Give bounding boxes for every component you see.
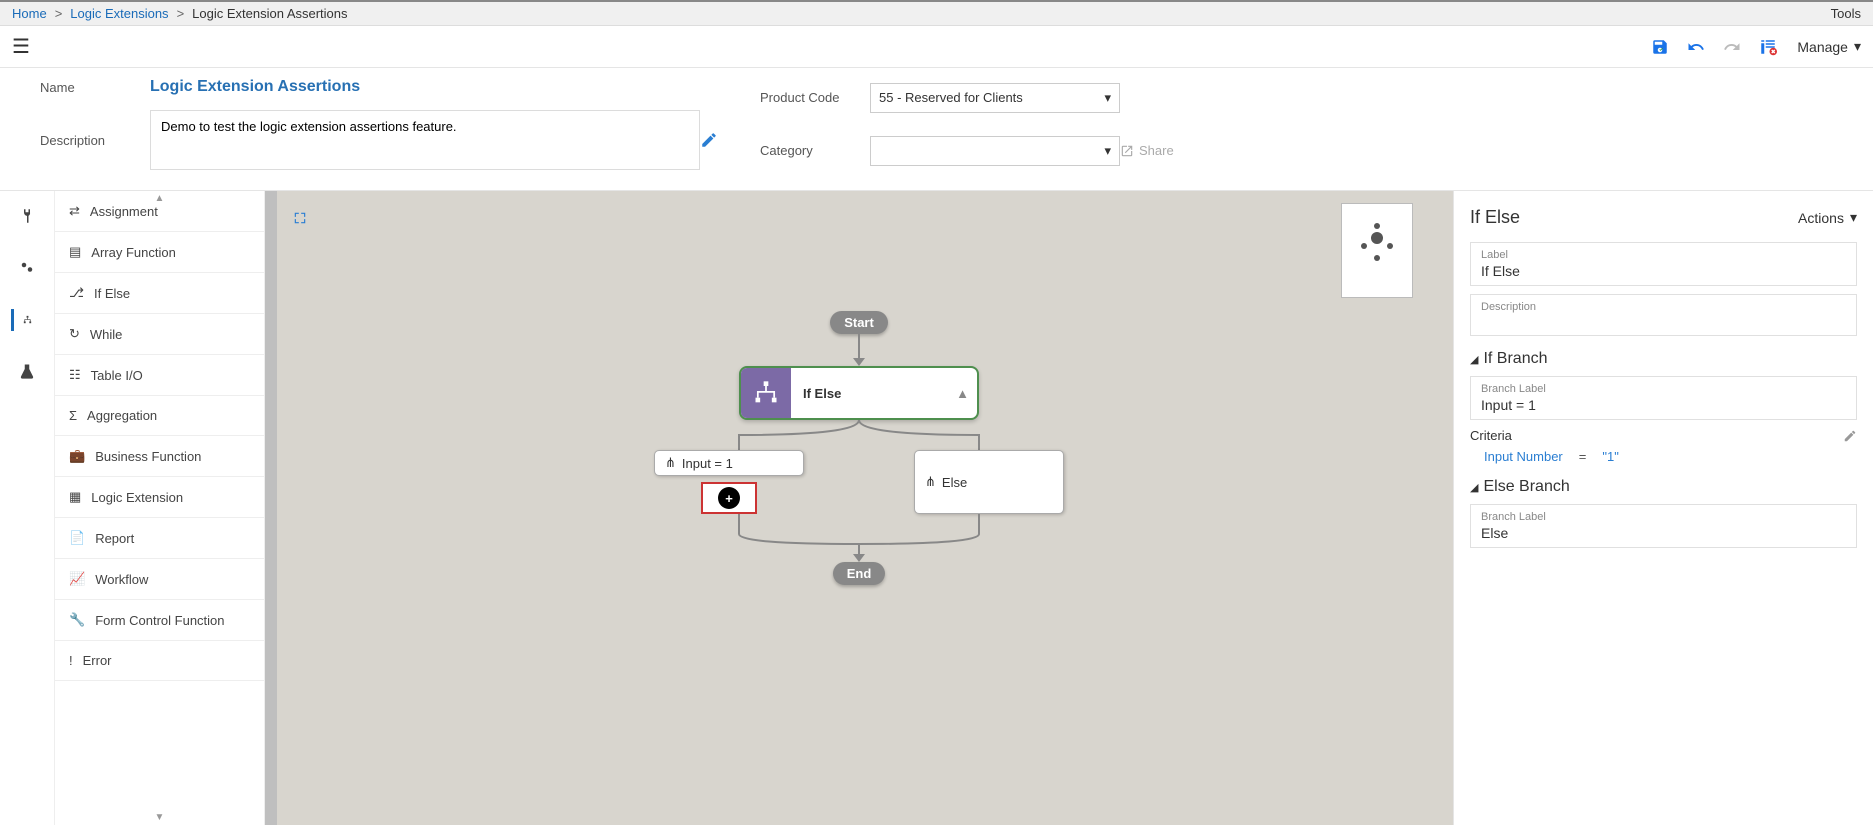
rail-flow-icon[interactable] xyxy=(11,309,33,331)
briefcase-icon: 💼 xyxy=(69,448,85,464)
product-code-select[interactable]: 55 - Reserved for Clients ▾ xyxy=(870,83,1120,113)
palette-table-io[interactable]: ☷Table I/O xyxy=(55,355,264,396)
if-branch-label-field[interactable]: Branch Label Input = 1 xyxy=(1470,376,1857,420)
chevron-down-icon: ▾ xyxy=(1104,143,1111,159)
chevron-down-icon: ▾ xyxy=(1854,38,1861,55)
swap-icon: ⇄ xyxy=(69,203,80,219)
panel-actions-button[interactable]: Actions ▾ xyxy=(1798,209,1857,226)
tools-link[interactable]: Tools xyxy=(1831,6,1861,21)
end-node[interactable]: End xyxy=(833,562,886,585)
palette-business-function[interactable]: 💼Business Function xyxy=(55,436,264,477)
description-field[interactable]: Description xyxy=(1470,294,1857,336)
else-branch-section[interactable]: ◢ Else Branch xyxy=(1470,478,1857,496)
undo-icon[interactable] xyxy=(1687,38,1705,56)
caret-icon: ◢ xyxy=(1470,481,1478,494)
grid-icon: ▦ xyxy=(69,489,81,505)
breadcrumb: Home > Logic Extensions > Logic Extensio… xyxy=(12,6,348,21)
if-branch-section[interactable]: ◢ If Branch xyxy=(1470,350,1857,368)
canvas[interactable]: Start If Else ▲ ⋔ Input = 1 xyxy=(265,191,1453,825)
share-button[interactable]: Share xyxy=(1120,143,1200,158)
redo-icon[interactable] xyxy=(1723,38,1741,56)
palette-scroll-down[interactable]: ▼ xyxy=(155,812,165,823)
palette: ▲ ⇄Assignment ▤Array Function ⎇If Else ↻… xyxy=(55,191,265,825)
palette-error[interactable]: !Error xyxy=(55,641,264,681)
exclaim-icon: ! xyxy=(69,653,73,668)
breadcrumb-logic-extensions[interactable]: Logic Extensions xyxy=(70,6,168,21)
ifelse-node[interactable]: If Else ▲ xyxy=(739,366,979,420)
else-branch-label-field[interactable]: Branch Label Else xyxy=(1470,504,1857,548)
rail-gears-icon[interactable] xyxy=(16,257,38,279)
palette-logic-extension[interactable]: ▦Logic Extension xyxy=(55,477,264,518)
rail-plug-icon[interactable] xyxy=(16,205,38,227)
ifelse-node-label: If Else xyxy=(791,386,956,401)
add-step-button[interactable]: + xyxy=(701,482,757,514)
category-select[interactable]: ▾ xyxy=(870,136,1120,166)
description-input[interactable]: Demo to test the logic extension asserti… xyxy=(150,110,700,170)
tools-icon: 🔧 xyxy=(69,612,85,628)
chevron-up-icon[interactable]: ▲ xyxy=(956,386,977,401)
delete-icon[interactable] xyxy=(1759,38,1777,56)
criteria-label: Criteria xyxy=(1470,428,1512,443)
caret-icon: ◢ xyxy=(1470,353,1478,366)
criteria-expression[interactable]: Input Number = "1" xyxy=(1484,449,1857,464)
palette-form-control[interactable]: 🔧Form Control Function xyxy=(55,600,264,641)
palette-while[interactable]: ↻While xyxy=(55,314,264,355)
description-label: Description xyxy=(40,133,150,148)
breadcrumb-sep: > xyxy=(55,6,63,21)
expand-icon[interactable] xyxy=(293,211,307,225)
chevron-down-icon: ▾ xyxy=(1850,209,1857,226)
save-icon[interactable] xyxy=(1651,38,1669,56)
sigma-icon: Σ xyxy=(69,408,77,423)
canvas-scrollbar[interactable] xyxy=(265,191,277,825)
chevron-down-icon: ▾ xyxy=(1104,90,1111,106)
manage-button[interactable]: Manage ▾ xyxy=(1797,38,1861,55)
panel-title: If Else xyxy=(1470,207,1520,228)
properties-panel: If Else Actions ▾ Label If Else Descript… xyxy=(1453,191,1873,825)
edit-criteria-icon[interactable] xyxy=(1843,429,1857,443)
minimap[interactable] xyxy=(1341,203,1413,298)
palette-workflow[interactable]: 📈Workflow xyxy=(55,559,264,600)
ifelse-node-icon xyxy=(741,368,791,418)
branch-else[interactable]: ⋔ Else xyxy=(914,450,1064,514)
merge-connector xyxy=(689,514,1029,554)
category-label: Category xyxy=(760,143,870,158)
branch-icon: ⋔ xyxy=(665,455,676,471)
branch-connector xyxy=(689,420,1029,450)
palette-report[interactable]: 📄Report xyxy=(55,518,264,559)
database-icon: ☷ xyxy=(69,367,81,383)
loop-icon: ↻ xyxy=(69,326,80,342)
branch-input-1[interactable]: ⋔ Input = 1 xyxy=(654,450,804,476)
branch-icon: ⎇ xyxy=(69,285,84,301)
breadcrumb-home[interactable]: Home xyxy=(12,6,47,21)
palette-aggregation[interactable]: ΣAggregation xyxy=(55,396,264,436)
edit-icon[interactable] xyxy=(700,131,730,149)
palette-scroll-up[interactable]: ▲ xyxy=(155,193,165,204)
start-node[interactable]: Start xyxy=(830,311,888,334)
plus-icon: + xyxy=(718,487,740,509)
branch-icon: ⋔ xyxy=(925,474,936,490)
breadcrumb-current: Logic Extension Assertions xyxy=(192,6,347,21)
breadcrumb-sep: > xyxy=(177,6,185,21)
palette-if-else[interactable]: ⎇If Else xyxy=(55,273,264,314)
label-field[interactable]: Label If Else xyxy=(1470,242,1857,286)
workflow-icon: 📈 xyxy=(69,571,85,587)
rail-flask-icon[interactable] xyxy=(16,361,38,383)
product-code-label: Product Code xyxy=(760,90,870,105)
hamburger-icon[interactable]: ☰ xyxy=(12,34,30,59)
palette-array-function[interactable]: ▤Array Function xyxy=(55,232,264,273)
name-label: Name xyxy=(40,80,150,95)
name-value[interactable]: Logic Extension Assertions xyxy=(150,78,700,96)
list-icon: ▤ xyxy=(69,244,81,260)
document-icon: 📄 xyxy=(69,530,85,546)
